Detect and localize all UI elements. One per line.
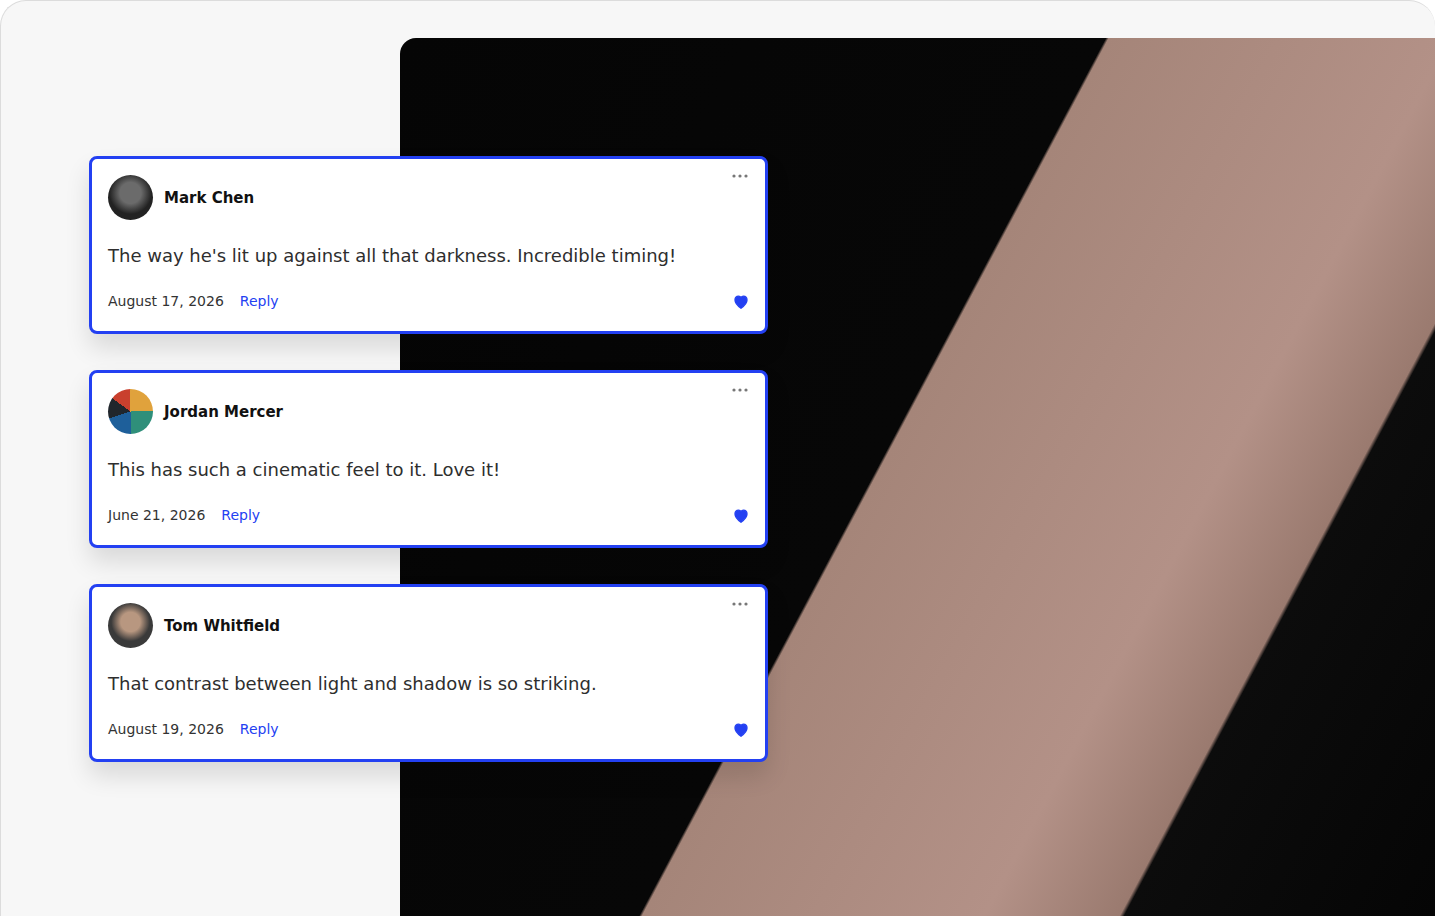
reply-button[interactable]: Reply bbox=[221, 507, 260, 523]
avatar[interactable] bbox=[108, 603, 153, 648]
author-name[interactable]: Jordan Mercer bbox=[164, 403, 283, 421]
avatar[interactable] bbox=[108, 175, 153, 220]
app-frame: Mark Chen The way he's lit up against all… bbox=[0, 0, 1435, 916]
comment-list: Mark Chen The way he's lit up against all… bbox=[89, 156, 768, 762]
comment-card: Tom Whitfield That contrast between light… bbox=[89, 584, 768, 762]
heart-icon[interactable] bbox=[733, 722, 749, 737]
author-name[interactable]: Mark Chen bbox=[164, 189, 254, 207]
comment-text: That contrast between light and shadow i… bbox=[108, 672, 749, 695]
more-icon[interactable] bbox=[731, 601, 749, 607]
comment-card: Jordan Mercer This has such a cinematic f… bbox=[89, 370, 768, 548]
heart-icon[interactable] bbox=[733, 294, 749, 309]
more-icon[interactable] bbox=[731, 173, 749, 179]
comment-text: This has such a cinematic feel to it. Lo… bbox=[108, 458, 749, 481]
comment-text: The way he's lit up against all that dar… bbox=[108, 244, 749, 267]
author-name[interactable]: Tom Whitfield bbox=[164, 617, 280, 635]
avatar[interactable] bbox=[108, 389, 153, 434]
comment-date: August 17, 2026 bbox=[108, 293, 224, 309]
reply-button[interactable]: Reply bbox=[240, 293, 279, 309]
reply-button[interactable]: Reply bbox=[240, 721, 279, 737]
heart-icon[interactable] bbox=[733, 508, 749, 523]
comment-date: June 21, 2026 bbox=[108, 507, 205, 523]
comment-card: Mark Chen The way he's lit up against all… bbox=[89, 156, 768, 334]
more-icon[interactable] bbox=[731, 387, 749, 393]
comment-date: August 19, 2026 bbox=[108, 721, 224, 737]
